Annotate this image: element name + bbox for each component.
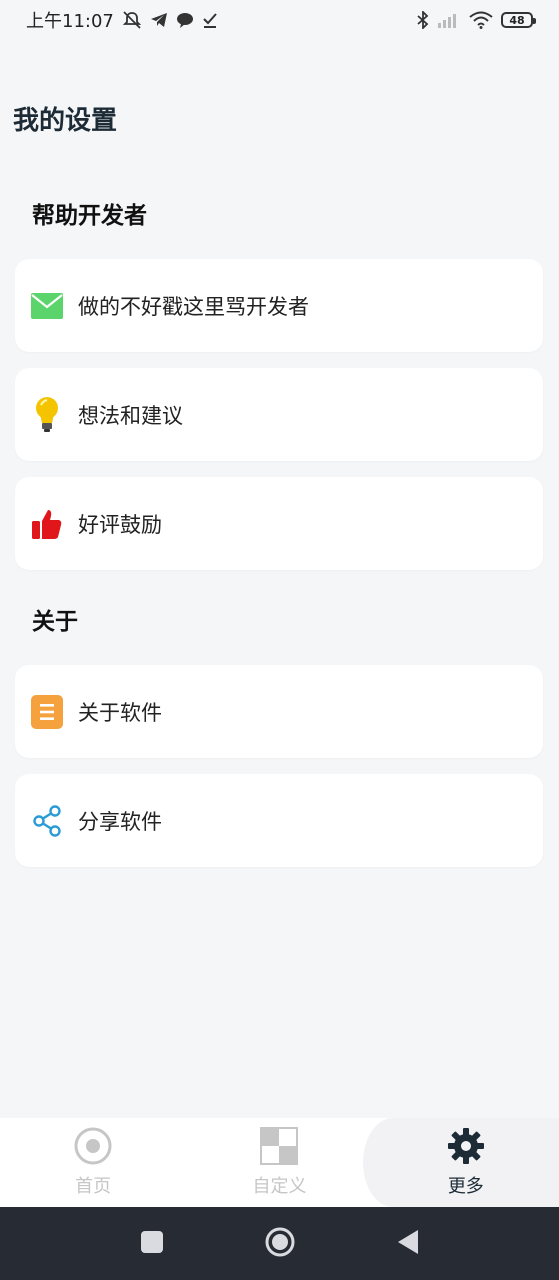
back-button[interactable]: [396, 1229, 420, 1259]
nav-home[interactable]: 首页: [0, 1118, 186, 1207]
about-app-label: 关于软件: [78, 700, 162, 725]
nav-customize-label: 自定义: [252, 1176, 307, 1197]
nav-home-label: 首页: [75, 1176, 112, 1197]
section-title-about: 关于: [32, 609, 78, 635]
recents-button[interactable]: [140, 1230, 164, 1258]
share-app-item[interactable]: 分享软件: [15, 774, 543, 867]
feedback-complaint-item[interactable]: 做的不好戳这里骂开发者: [15, 259, 543, 352]
download-check-icon: [202, 12, 218, 28]
battery-indicator: 48: [501, 12, 536, 28]
bottom-navigation: 首页 自定义 更多: [0, 1118, 559, 1207]
signal-icon: [437, 12, 461, 28]
ideas-suggestions-item[interactable]: 想法和建议: [15, 368, 543, 461]
telegram-icon: [150, 12, 168, 28]
ideas-suggestions-label: 想法和建议: [78, 403, 183, 428]
rate-encourage-item[interactable]: 好评鼓励: [15, 477, 543, 570]
nav-more[interactable]: 更多: [373, 1118, 559, 1207]
share-app-label: 分享软件: [78, 809, 162, 834]
thumbs-up-icon: [30, 507, 64, 541]
nav-more-label: 更多: [447, 1176, 484, 1197]
wifi-icon: [469, 11, 493, 29]
about-app-item[interactable]: 关于软件: [15, 665, 543, 758]
gear-icon: [447, 1127, 485, 1170]
home-button[interactable]: [264, 1226, 296, 1262]
share-icon: [30, 804, 64, 838]
lightbulb-icon: [30, 396, 64, 432]
feedback-complaint-label: 做的不好戳这里骂开发者: [78, 294, 309, 319]
bluetooth-icon: [417, 11, 429, 29]
page-title: 我的设置: [13, 106, 118, 136]
status-time: 上午11:07: [26, 11, 114, 32]
status-bar: 上午11:07 48: [0, 0, 559, 40]
mute-bell-icon: [122, 11, 142, 29]
grid-icon: [260, 1127, 299, 1170]
system-navigation-bar: [0, 1207, 559, 1280]
nav-customize[interactable]: 自定义: [186, 1118, 372, 1207]
document-icon: [30, 694, 64, 729]
section-title-help-developer: 帮助开发者: [32, 203, 147, 229]
mail-icon: [30, 289, 64, 323]
rate-encourage-label: 好评鼓励: [78, 512, 162, 537]
chat-bubble-icon: [176, 12, 194, 28]
target-icon: [74, 1127, 112, 1170]
